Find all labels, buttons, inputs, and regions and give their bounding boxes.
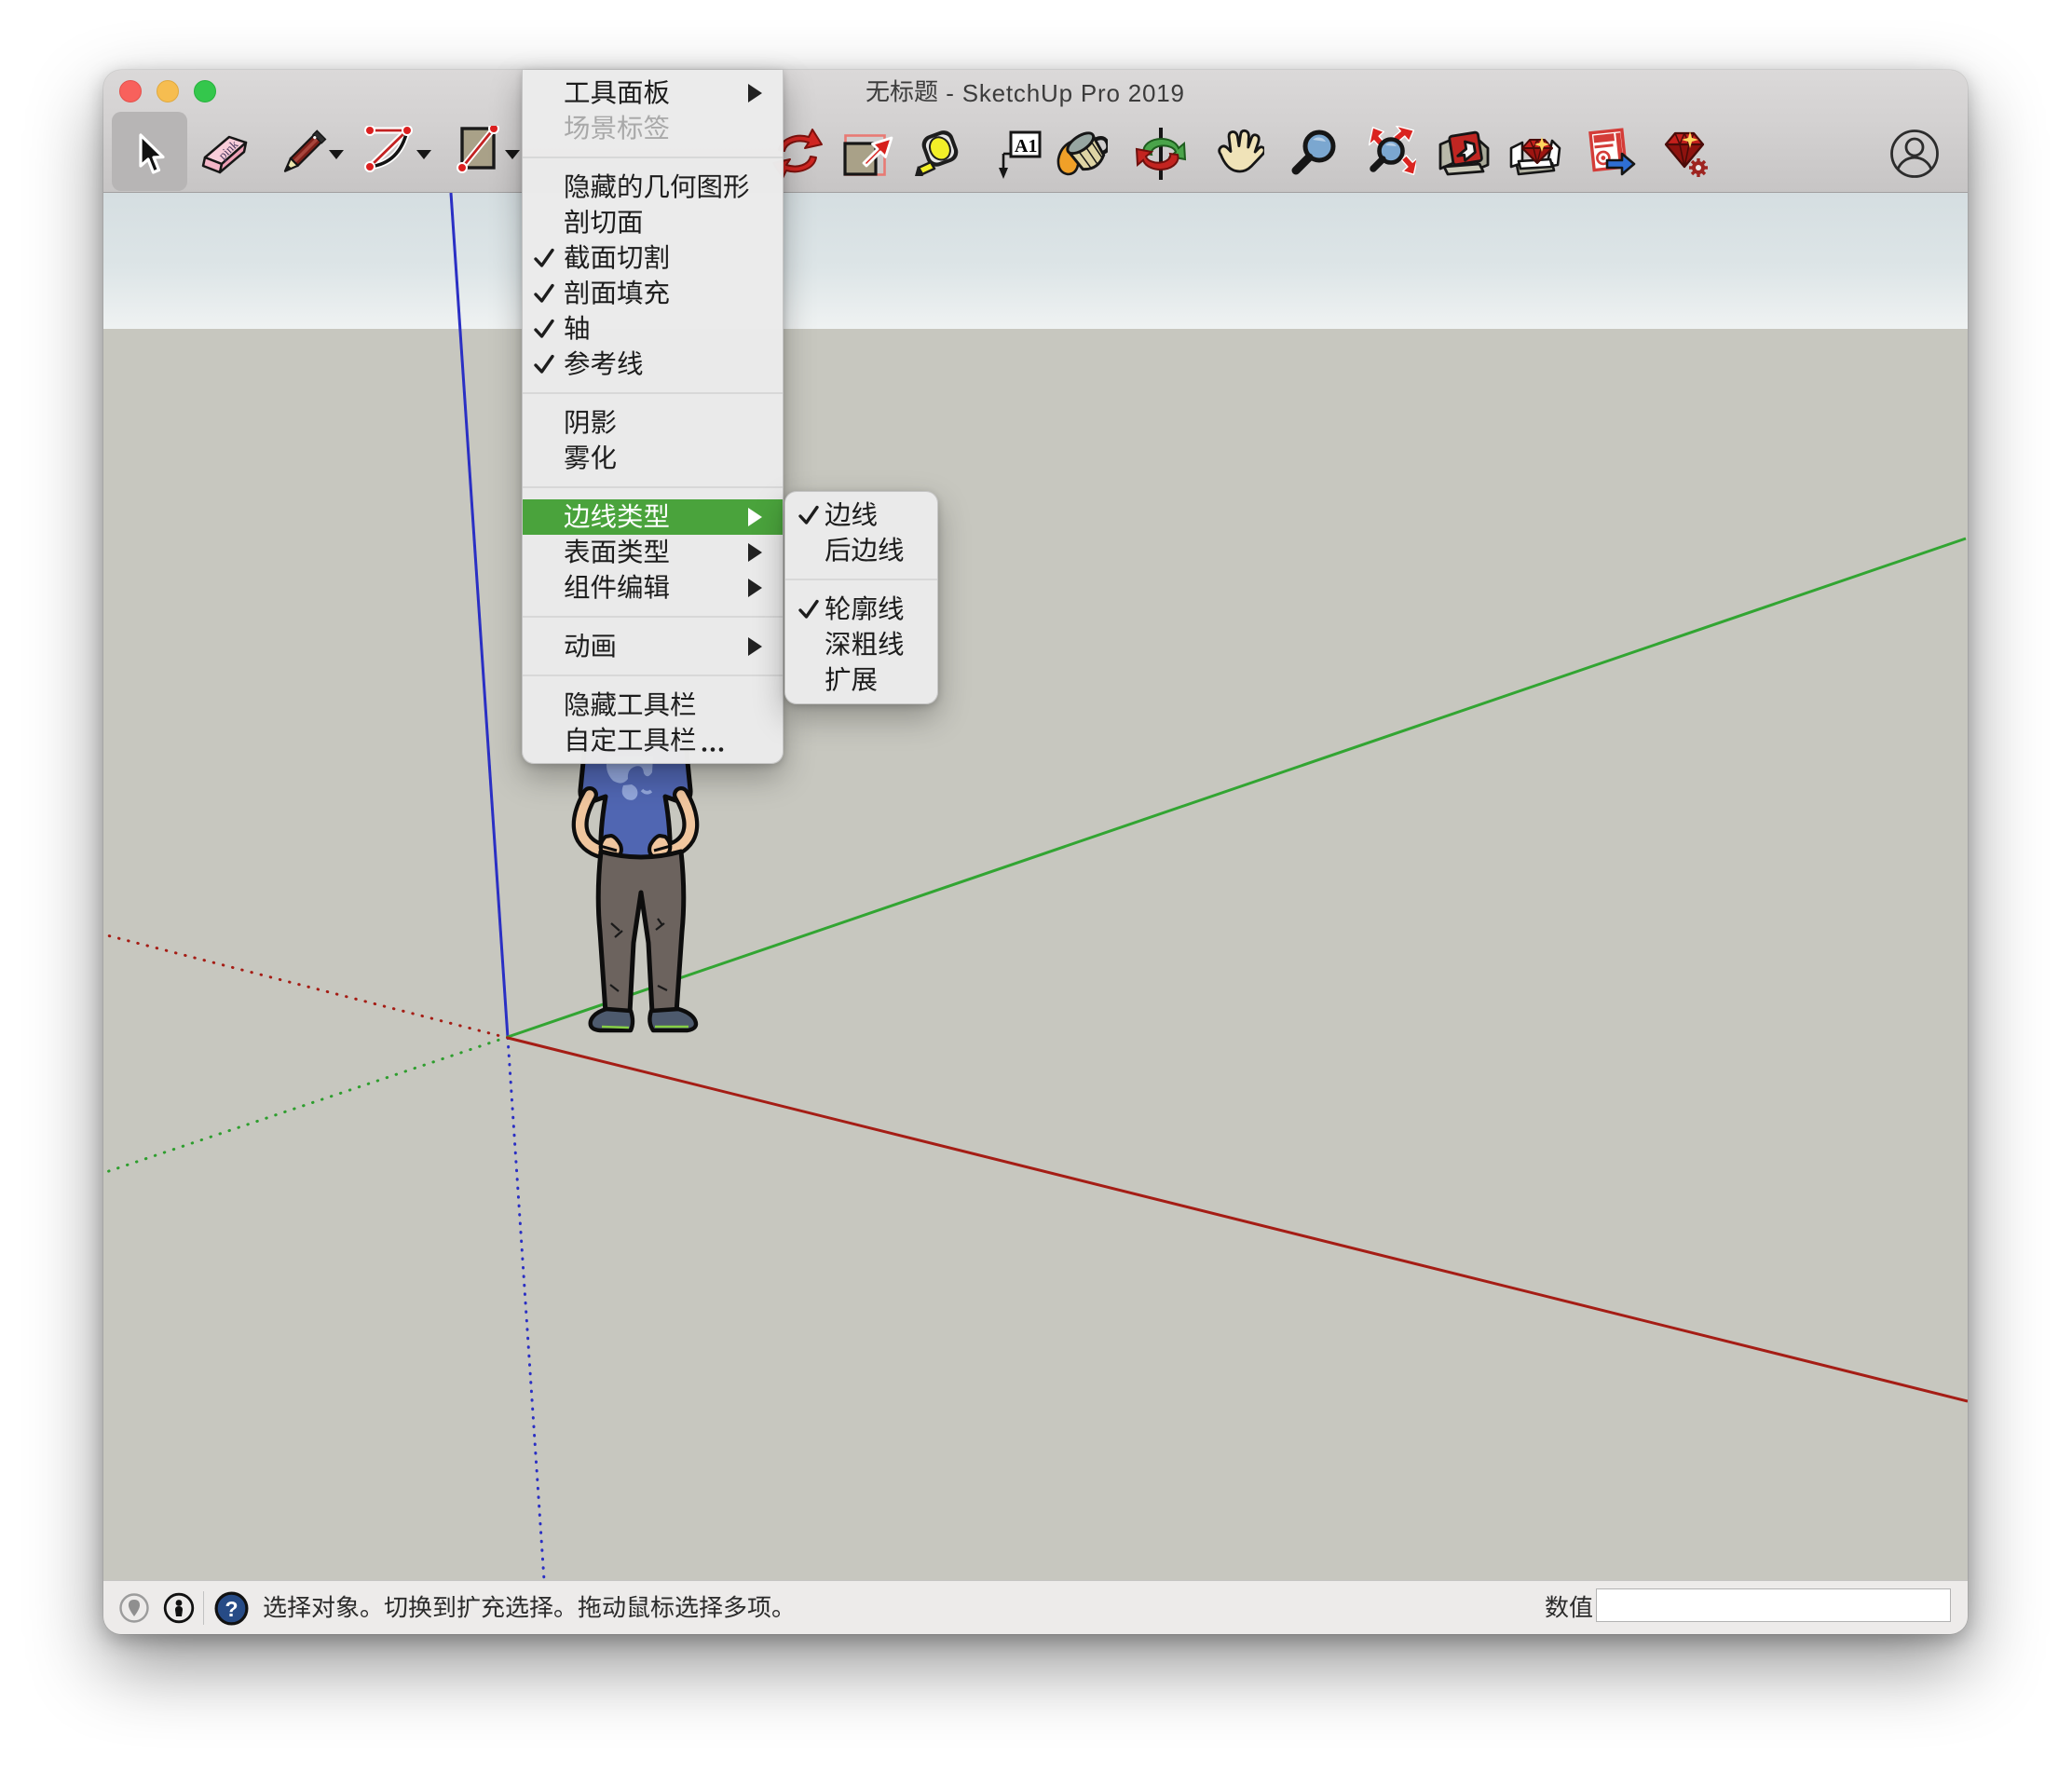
svg-text:A1: A1: [1015, 136, 1037, 157]
svg-text:?: ?: [225, 1597, 238, 1621]
